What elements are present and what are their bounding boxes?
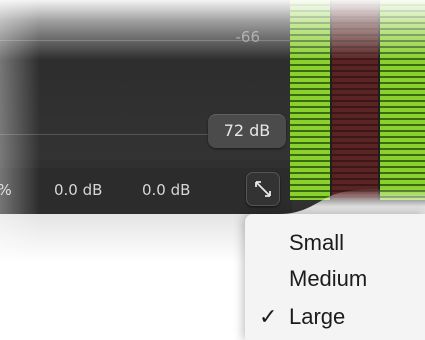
level-graph: -66 72 dB (0, 0, 292, 160)
meter-center (332, 0, 378, 200)
menu-item-medium[interactable]: Medium (245, 260, 425, 296)
menu-item-label: Large (289, 304, 346, 329)
readout-gain-1: 0.0 dB (54, 181, 103, 199)
range-value-button[interactable]: 72 dB (208, 114, 286, 148)
meter-left (290, 0, 330, 200)
menu-item-label: Medium (289, 266, 368, 291)
menu-item-small[interactable]: Small (245, 224, 425, 260)
menu-item-label: Small (289, 230, 345, 255)
menu-item-large[interactable]: ✓ Large (245, 298, 425, 334)
checkmark-icon: ✓ (259, 304, 278, 329)
size-menu: Small Medium ✓ Large (245, 214, 425, 340)
meter-right (380, 0, 425, 200)
level-meters (290, 0, 425, 200)
readout-percent: 0% (0, 181, 12, 199)
resize-button[interactable] (246, 172, 280, 206)
readout-gain-2: 0.0 dB (142, 181, 191, 199)
grid-line (0, 134, 208, 135)
db-scale-label: -66 (235, 28, 261, 46)
